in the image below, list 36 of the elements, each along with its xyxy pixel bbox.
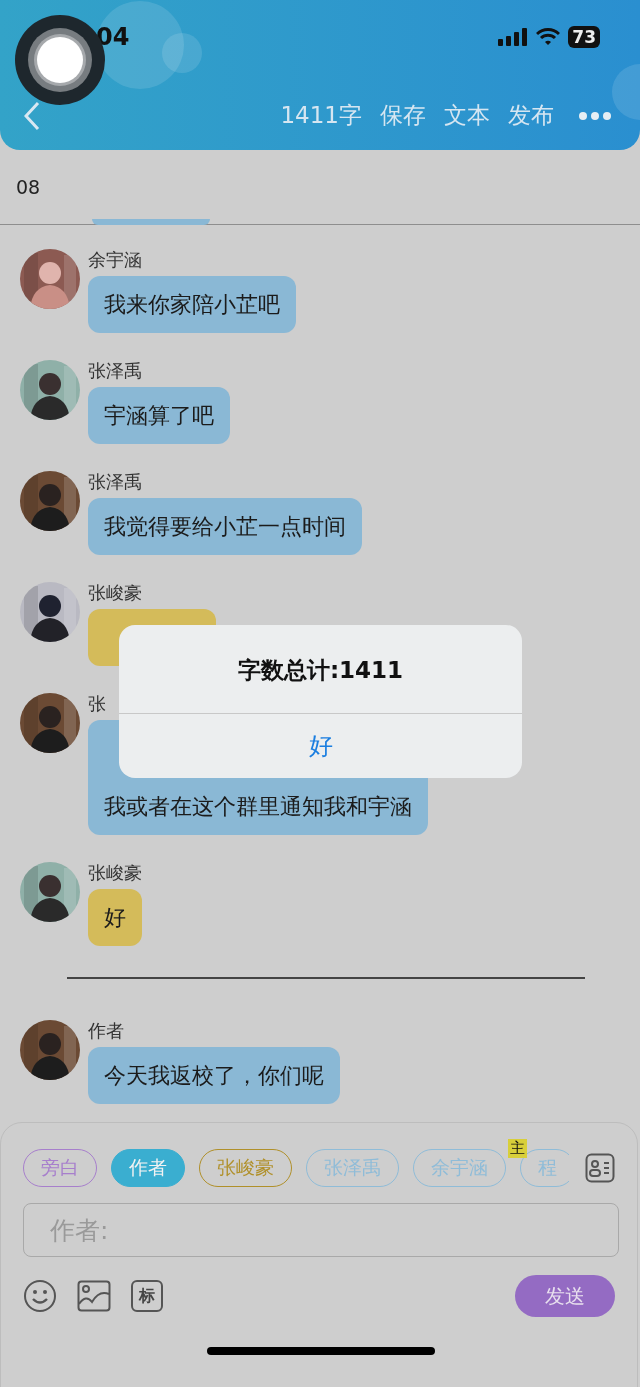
message-bubble: 宇涵算了吧 [88, 387, 230, 444]
sender-name: 张泽禹 [88, 360, 143, 382]
role-chip[interactable]: 作者 [111, 1149, 185, 1187]
bubble-drawing [612, 64, 640, 120]
sender-name: 张泽禹 [88, 471, 143, 493]
message-bubble: 我觉得要给小芷一点时间 [88, 498, 362, 555]
image-icon [77, 1280, 111, 1312]
sender-name: 作者 [88, 1020, 125, 1042]
tag-button[interactable]: 标 [131, 1280, 163, 1312]
message-bubble: 我来你家陪小芷吧 [88, 276, 296, 333]
sender-name: 张峻豪 [88, 582, 143, 604]
header-action[interactable]: 文本 [444, 100, 490, 131]
contact-card-icon [585, 1153, 615, 1183]
emoji-button[interactable] [23, 1279, 57, 1313]
header-action[interactable]: 发布 [508, 100, 554, 131]
contact-card-button[interactable] [585, 1153, 615, 1183]
signal-icon [498, 28, 529, 46]
smiley-icon [23, 1279, 57, 1313]
image-button[interactable] [77, 1280, 111, 1312]
header-action[interactable]: 保存 [380, 100, 426, 131]
more-button[interactable] [578, 110, 612, 121]
wifi-icon [536, 28, 561, 46]
alert-title: 字数总计:1411 [119, 625, 522, 714]
more-icon [578, 110, 612, 121]
sender-name: 余宇涵 [88, 249, 143, 271]
sender-name: 张 [88, 693, 107, 715]
message-bubble: 好 [88, 889, 142, 946]
main-role-badge: 主 [508, 1139, 527, 1158]
chapter-label: 08 [16, 176, 41, 198]
back-icon [24, 100, 40, 131]
send-button[interactable]: 发送 [515, 1275, 615, 1317]
status-time: 04 [96, 23, 130, 51]
message-bubble: 今天我返校了，你们呢 [88, 1047, 340, 1104]
word-count: 1411字 [280, 101, 362, 130]
battery-indicator: 73 [568, 26, 600, 48]
sender-name: 张峻豪 [88, 862, 142, 884]
